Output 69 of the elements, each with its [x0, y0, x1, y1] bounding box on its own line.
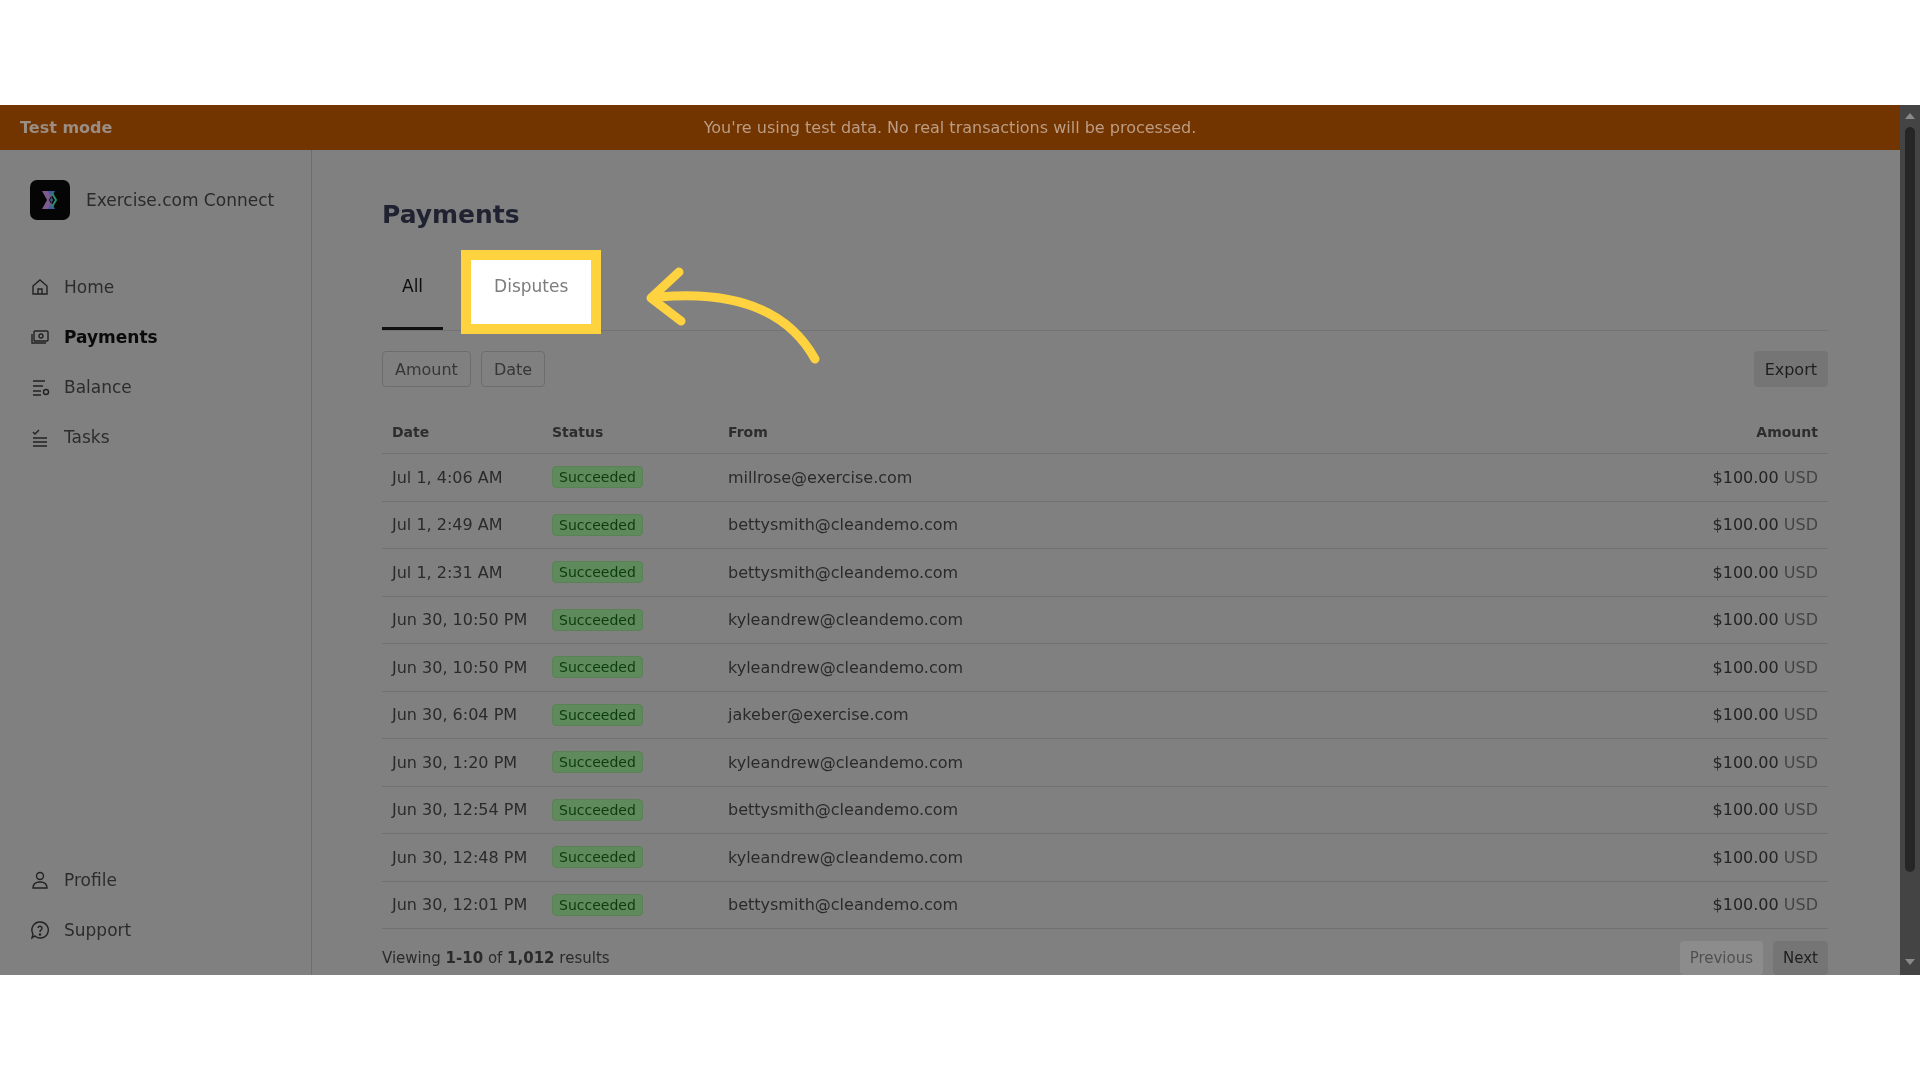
- email-cell-text: kyleandrew@cleandemo.com: [728, 752, 965, 772]
- date-cell-text: Jul 1, 2:31 AM: [392, 562, 504, 582]
- brand-name: Exercise.com Connect: [86, 190, 275, 210]
- date-cell-text: Jun 30, 10:50 PM: [392, 657, 529, 677]
- amount-cell: $100.00 USD: [1712, 562, 1818, 582]
- email-cell-text: bettysmith@cleandemo.com: [728, 800, 960, 820]
- column-header: Amount: [1755, 424, 1818, 440]
- page-title: Payments: [382, 200, 521, 229]
- email-cell-text: bettysmith@cleandemo.com: [728, 895, 960, 915]
- status-badge: Succeeded: [552, 466, 643, 489]
- status-badge: Succeeded: [552, 703, 643, 726]
- email-cell-text: bettysmith@cleandemo.com: [728, 562, 960, 582]
- filter-button[interactable]: Date: [480, 351, 546, 387]
- status-badge: Succeeded: [552, 893, 643, 916]
- status-badge: Succeeded: [552, 561, 643, 584]
- amount-cell: $100.00 USD: [1712, 610, 1818, 630]
- results-summary: Viewing 1-10 of 1,012 results: [382, 949, 610, 967]
- date-cell-text: Jun 30, 12:48 PM: [392, 847, 529, 867]
- email-cell-text: millrose@exercise.com: [728, 467, 914, 487]
- amount-cell: $100.00 USD: [1712, 657, 1818, 677]
- amount-cell: $100.00 USD: [1712, 895, 1818, 915]
- email-cell-text: bettysmith@cleandemo.com: [728, 515, 960, 535]
- email-cell-text: kyleandrew@cleandemo.com: [728, 657, 965, 677]
- help-icon: [30, 920, 50, 940]
- sidebar-item[interactable]: Tasks: [30, 412, 311, 462]
- date-cell-text: Jul 1, 4:06 AM: [392, 467, 504, 487]
- status-badge: Succeeded: [552, 798, 643, 821]
- sidebar-item[interactable]: Balance: [30, 362, 311, 412]
- checklist-icon: [30, 427, 50, 447]
- column-header: From: [728, 424, 769, 440]
- pagination-button[interactable]: Next: [1773, 941, 1828, 975]
- date-cell-text: Jun 30, 12:54 PM: [392, 800, 529, 820]
- status-badge: Succeeded: [552, 656, 643, 679]
- date-cell-text: Jun 30, 10:50 PM: [392, 610, 529, 630]
- status-badge: Succeeded: [552, 751, 643, 774]
- status-badge: Succeeded: [552, 608, 643, 631]
- email-cell-text: jakeber@exercise.com: [728, 705, 910, 725]
- sidebar-item[interactable]: Profile: [30, 855, 311, 905]
- tab[interactable]: All: [382, 255, 444, 330]
- status-badge: Succeeded: [552, 846, 643, 869]
- list-icon: [30, 377, 50, 397]
- brand-logo: [30, 180, 70, 220]
- date-cell-text: Jul 1, 2:49 AM: [392, 515, 504, 535]
- sidebar-item[interactable]: Support: [30, 905, 311, 955]
- column-header: Date: [392, 424, 431, 440]
- status-badge: Succeeded: [552, 513, 643, 536]
- banner-message: You're using test data. No real transactions will be processed.: [703, 118, 1197, 137]
- home-icon: [30, 277, 50, 297]
- date-cell-text: Jun 30, 1:20 PM: [392, 752, 519, 772]
- amount-cell: $100.00 USD: [1712, 467, 1818, 487]
- date-cell-text: Jun 30, 12:01 PM: [392, 895, 529, 915]
- amount-cell: $100.00 USD: [1712, 752, 1818, 772]
- email-cell-text: kyleandrew@cleandemo.com: [728, 610, 965, 630]
- amount-cell: $100.00 USD: [1712, 800, 1818, 820]
- tab[interactable]: Disputes: [461, 250, 602, 334]
- test-mode-label: Test mode: [20, 118, 113, 137]
- export-button[interactable]: Export: [1753, 351, 1828, 387]
- banknote-icon: [30, 327, 50, 347]
- person-icon: [30, 870, 50, 890]
- scrollbar[interactable]: [1900, 105, 1920, 975]
- amount-cell: $100.00 USD: [1712, 705, 1818, 725]
- column-header: Status: [552, 424, 605, 440]
- amount-cell: $100.00 USD: [1712, 847, 1818, 867]
- sidebar-item[interactable]: Payments: [30, 312, 311, 362]
- amount-cell: $100.00 USD: [1712, 515, 1818, 535]
- sidebar-item[interactable]: Home: [30, 262, 311, 312]
- date-cell-text: Jun 30, 6:04 PM: [392, 705, 519, 725]
- filter-button[interactable]: Amount: [382, 351, 471, 387]
- email-cell-text: kyleandrew@cleandemo.com: [728, 847, 965, 867]
